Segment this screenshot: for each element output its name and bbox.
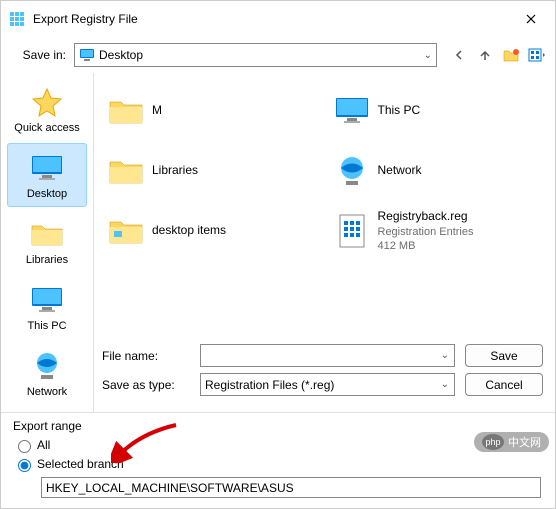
radio-all[interactable]: All: [13, 437, 543, 453]
file-name: Network: [378, 163, 422, 179]
file-name: desktop items: [152, 223, 226, 239]
location-bar: Save in: Desktop ⌄: [1, 37, 555, 73]
save-fields: File name: ⌄ Save Save as type: ⌄ Cancel: [94, 336, 555, 412]
pc-icon: [334, 93, 370, 129]
new-folder-button[interactable]: [501, 45, 521, 65]
file-list: M This PC Libraries Network desktop item…: [94, 73, 555, 336]
file-name: Registryback.reg: [378, 209, 474, 225]
file-type: Registration Entries: [378, 225, 474, 239]
sidebar-label: Desktop: [10, 188, 84, 200]
file-name: This PC: [378, 103, 421, 119]
radio-all-input[interactable]: [18, 440, 31, 453]
folder-icon: [29, 216, 65, 252]
folder-icon: [108, 213, 144, 249]
sidebar-libraries[interactable]: Libraries: [7, 209, 87, 273]
radio-all-label: All: [37, 438, 50, 452]
title-bar: Export Registry File: [1, 1, 555, 37]
network-icon: [29, 348, 65, 384]
radio-selected-input[interactable]: [18, 459, 31, 472]
save-type-label: Save as type:: [102, 378, 200, 392]
export-range-group: Export range All Selected branch php中文网: [1, 412, 555, 508]
sidebar-label: Libraries: [10, 254, 84, 266]
sidebar-desktop[interactable]: Desktop: [7, 143, 87, 207]
file-name: M: [152, 103, 162, 119]
save-button[interactable]: Save: [465, 344, 543, 367]
watermark: php中文网: [474, 432, 549, 452]
sidebar-this-pc[interactable]: This PC: [7, 275, 87, 339]
star-icon: [29, 84, 65, 120]
save-in-value: Desktop: [99, 48, 143, 62]
network-icon: [334, 153, 370, 189]
list-item[interactable]: This PC: [330, 83, 546, 139]
sidebar-label: This PC: [10, 320, 84, 332]
sidebar-network[interactable]: Network: [7, 341, 87, 405]
list-item[interactable]: desktop items: [104, 203, 320, 259]
file-size: 412 MB: [378, 239, 474, 253]
sidebar-label: Network: [10, 386, 84, 398]
sidebar-label: Quick access: [10, 122, 84, 134]
up-button[interactable]: [475, 45, 495, 65]
cancel-button[interactable]: Cancel: [465, 373, 543, 396]
desktop-icon: [79, 47, 95, 63]
save-in-label: Save in:: [9, 48, 74, 62]
chevron-down-icon: ⌄: [424, 50, 432, 61]
file-name-input[interactable]: [200, 344, 455, 367]
view-menu-button[interactable]: [527, 45, 547, 65]
save-in-combo[interactable]: Desktop ⌄: [74, 43, 437, 67]
folder-icon: [108, 93, 144, 129]
places-sidebar: Quick access Desktop Libraries This PC N…: [1, 73, 93, 412]
save-type-combo[interactable]: [200, 373, 455, 396]
list-item[interactable]: Libraries: [104, 143, 320, 199]
export-range-label: Export range: [13, 419, 543, 433]
radio-selected-branch[interactable]: Selected branch: [13, 456, 543, 472]
back-button[interactable]: [449, 45, 469, 65]
list-item[interactable]: M: [104, 83, 320, 139]
file-name-label: File name:: [102, 349, 200, 363]
close-button[interactable]: [515, 7, 547, 31]
radio-selected-label: Selected branch: [37, 457, 124, 471]
file-name: Libraries: [152, 163, 198, 179]
sidebar-quick-access[interactable]: Quick access: [7, 77, 87, 141]
branch-path-input[interactable]: [41, 477, 541, 498]
pc-icon: [29, 282, 65, 318]
desktop-icon: [29, 150, 65, 186]
folder-icon: [108, 153, 144, 189]
list-item[interactable]: Registryback.reg Registration Entries 41…: [330, 203, 546, 259]
dialog-title: Export Registry File: [33, 12, 515, 26]
list-item[interactable]: Network: [330, 143, 546, 199]
reg-file-icon: [334, 213, 370, 249]
app-icon: [9, 11, 25, 27]
